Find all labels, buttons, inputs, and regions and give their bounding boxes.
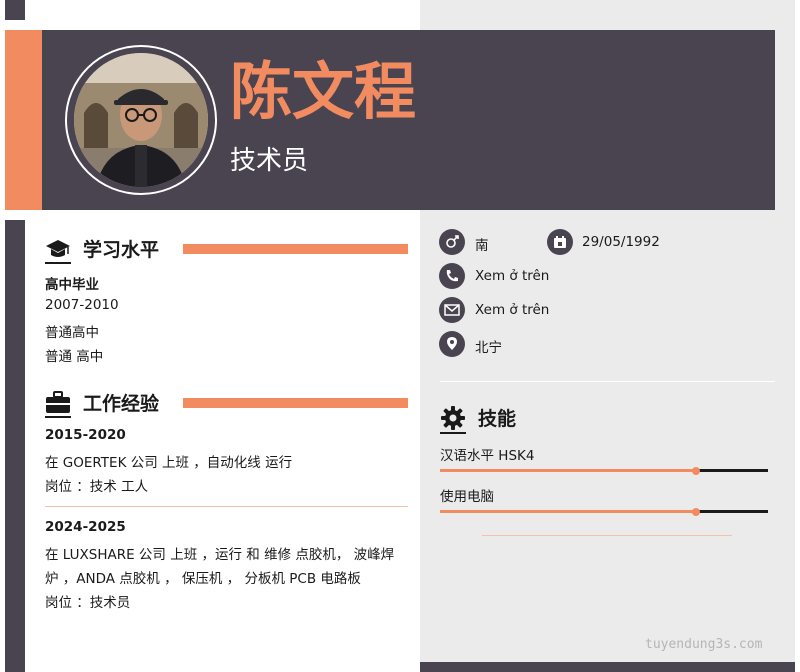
phone-icon	[439, 263, 465, 289]
education-section-header: 学习水平	[45, 235, 159, 262]
calendar-icon	[547, 229, 573, 255]
skills-underline	[440, 432, 466, 434]
experience-2-line-1: 在 LUXSHARE 公司 上班 ，运行 和 维修 点胶机， 波峰焊	[45, 547, 395, 563]
skills-title: 技能	[478, 408, 517, 430]
skills-section-header: 技能	[440, 404, 516, 431]
avatar-ring	[65, 45, 217, 195]
info-divider	[440, 381, 775, 382]
avatar	[74, 53, 208, 187]
gear-icon	[440, 405, 466, 431]
skill-2-knob	[691, 507, 700, 516]
left-side-bar	[5, 220, 25, 672]
left-top-bar	[5, 0, 25, 20]
phone-value: Xem ở trên	[475, 268, 550, 284]
skill-1-knob	[691, 466, 700, 475]
education-years: 2007-2010	[45, 297, 119, 313]
experience-2-line-3: 岗位 ：技术员	[45, 595, 131, 611]
skill-1-bar	[440, 466, 768, 475]
experience-2-years: 2024-2025	[45, 519, 126, 535]
skill-1-name: 汉语水平 HSK4	[440, 448, 535, 464]
email-icon	[439, 297, 465, 323]
right-bottom-bar	[420, 662, 795, 672]
header-banner: 陈文程 技术员	[5, 30, 775, 210]
education-underline	[45, 262, 71, 264]
experience-underline	[45, 416, 71, 418]
watermark: tuyendung3s.com	[645, 637, 763, 652]
header-accent-bar	[5, 30, 42, 210]
experience-1-years: 2015-2020	[45, 427, 126, 443]
candidate-name: 陈文程	[230, 55, 417, 128]
graduation-cap-icon	[45, 236, 71, 262]
experience-section-header: 工作经验	[45, 389, 159, 416]
avatar-photo	[74, 53, 208, 187]
education-accent-bar	[183, 244, 408, 254]
skill-1-fill	[440, 469, 696, 472]
skill-2-fill	[440, 510, 696, 513]
education-title: 学习水平	[83, 239, 160, 261]
skill-2-bar	[440, 507, 768, 516]
experience-2-line-2: 炉 ，ANDA 点胶机 ， 保压机 ， 分板机 PCB 电路板	[45, 571, 361, 587]
education-degree: 高中毕业	[45, 277, 99, 293]
candidate-role: 技术员	[230, 146, 309, 176]
skill-2-name: 使用电脑	[440, 489, 494, 505]
gender-value: 南	[475, 238, 489, 254]
location-icon	[439, 331, 465, 357]
gender-icon	[439, 229, 465, 255]
address-value: 北宁	[475, 340, 502, 356]
experience-1-line-1: 在 GOERTEK 公司 上班 ，自动化线 运行	[45, 455, 293, 471]
experience-1-line-2: 岗位 ：技术 工人	[45, 479, 149, 495]
education-major: 普通 高中	[45, 349, 104, 365]
email-value: Xem ở trên	[475, 302, 550, 318]
birthday-value: 29/05/1992	[582, 234, 660, 250]
education-school: 普通高中	[45, 325, 99, 341]
experience-divider	[45, 506, 408, 507]
briefcase-icon	[45, 390, 71, 416]
skills-divider	[482, 535, 732, 536]
experience-title: 工作经验	[83, 393, 160, 415]
experience-accent-bar	[183, 398, 408, 408]
